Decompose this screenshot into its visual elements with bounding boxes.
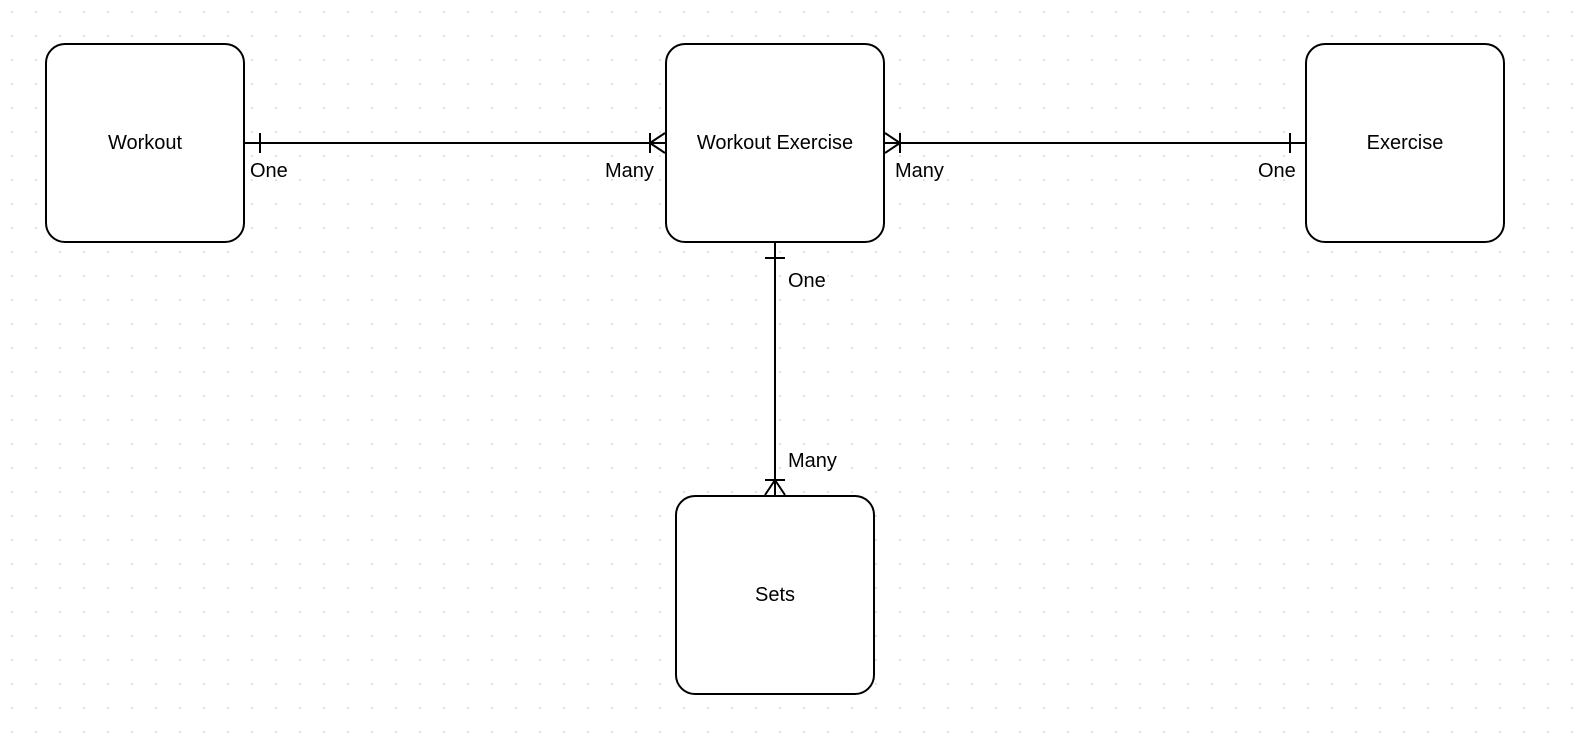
edge-workout-to-workoutexercise: [245, 133, 665, 153]
entity-workout[interactable]: Workout: [45, 43, 245, 243]
edge-workoutexercise-to-exercise: [885, 133, 1305, 153]
label-exercise-one: One: [1258, 160, 1296, 183]
entity-exercise-label: Exercise: [1367, 132, 1444, 155]
entity-workout-exercise-label: Workout Exercise: [697, 132, 853, 155]
label-we-right-many: Many: [895, 160, 944, 183]
diagram-canvas[interactable]: Workout Workout Exercise Exercise Sets O…: [0, 0, 1580, 746]
edge-workoutexercise-to-sets: [765, 243, 785, 495]
label-we-left-many: Many: [605, 160, 654, 183]
entity-sets[interactable]: Sets: [675, 495, 875, 695]
label-sets-many: Many: [788, 450, 837, 473]
label-workout-one: One: [250, 160, 288, 183]
entity-sets-label: Sets: [755, 584, 795, 607]
entity-exercise[interactable]: Exercise: [1305, 43, 1505, 243]
label-we-bottom-one: One: [788, 270, 826, 293]
entity-workout-label: Workout: [108, 132, 182, 155]
entity-workout-exercise[interactable]: Workout Exercise: [665, 43, 885, 243]
